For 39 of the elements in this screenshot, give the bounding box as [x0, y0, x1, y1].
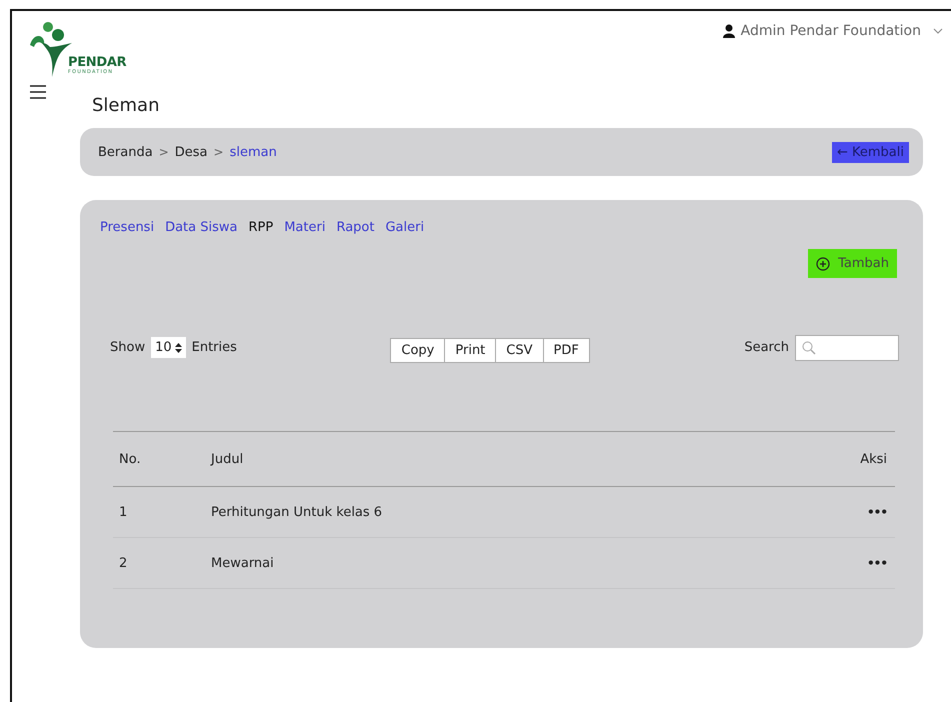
- tab[interactable]: Data Siswa: [165, 220, 238, 235]
- search-field[interactable]: [795, 334, 899, 360]
- user-icon: [722, 24, 735, 38]
- export-button[interactable]: PDF: [542, 338, 590, 363]
- table-cell: Perhitungan Untuk kelas 6: [210, 486, 778, 538]
- more-actions-button[interactable]: •••: [866, 556, 887, 570]
- search-icon: [802, 340, 816, 354]
- menu-icon[interactable]: [30, 85, 46, 99]
- user-name[interactable]: Admin Pendar Foundation: [740, 23, 921, 39]
- export-button[interactable]: Copy: [390, 338, 446, 363]
- table-cell: Mewarnai: [210, 538, 778, 588]
- tab[interactable]: RPP: [248, 220, 274, 235]
- tab[interactable]: Galeri: [385, 220, 424, 235]
- column-header: Judul: [210, 432, 778, 486]
- column-header: No.: [113, 432, 210, 486]
- search-label: Search: [744, 340, 789, 355]
- breadcrumb-separator: >: [214, 145, 224, 159]
- tab[interactable]: Presensi: [100, 220, 154, 235]
- table-cell: 1: [113, 486, 210, 538]
- page-title: Sleman: [92, 95, 160, 116]
- table-cell: 2: [113, 538, 210, 588]
- spinner-icon: [174, 342, 182, 352]
- export-button[interactable]: Print: [444, 338, 496, 363]
- breadcrumb-separator: >: [158, 145, 169, 159]
- entries-select[interactable]: 10: [151, 337, 186, 358]
- breadcrumb-link[interactable]: sleman: [230, 144, 277, 160]
- breadcrumb-link[interactable]: Beranda: [98, 144, 153, 160]
- chevron-down-icon[interactable]: [933, 27, 943, 35]
- export-button[interactable]: CSV: [495, 338, 544, 363]
- more-actions-button[interactable]: •••: [866, 504, 887, 518]
- tab[interactable]: Materi: [284, 220, 326, 235]
- logo-name: PENDAR: [68, 56, 126, 69]
- breadcrumb-link[interactable]: Desa: [174, 144, 208, 160]
- add-button[interactable]: Tambah: [808, 249, 897, 278]
- entries-label: Entries: [192, 340, 237, 355]
- show-label: Show: [110, 340, 146, 355]
- plus-circle-icon: [816, 256, 830, 270]
- tab[interactable]: Rapot: [336, 220, 374, 235]
- column-header: Aksi: [778, 432, 895, 486]
